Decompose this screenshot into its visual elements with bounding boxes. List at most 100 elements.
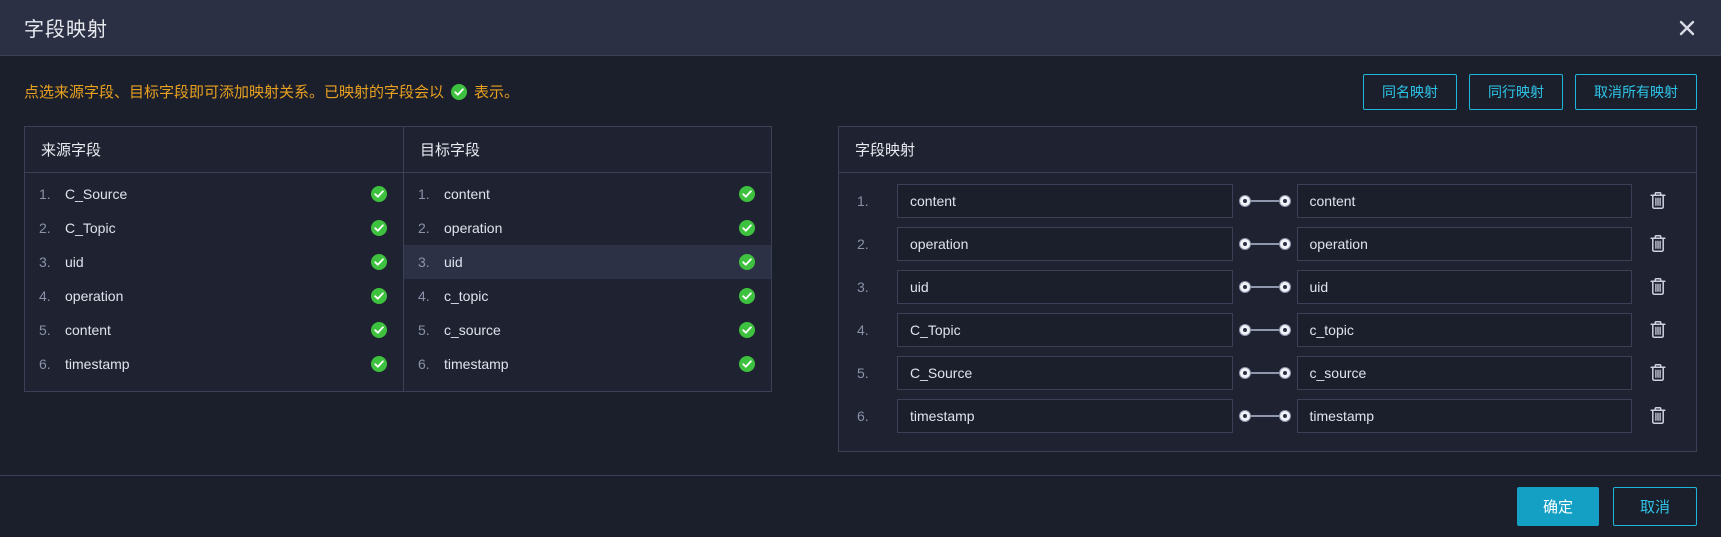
target-field-row-selected[interactable]: 3. uid (404, 245, 771, 279)
mapping-target-field[interactable]: timestamp (1296, 398, 1632, 433)
clear-all-mappings-button[interactable]: 取消所有映射 (1575, 74, 1697, 110)
check-circle-icon (739, 322, 755, 338)
source-field-label: C_Topic (65, 220, 116, 236)
same-name-mapping-button[interactable]: 同名映射 (1363, 74, 1457, 110)
link-connector-icon[interactable] (1233, 323, 1297, 337)
source-panel-header: 来源字段 (25, 127, 403, 173)
source-field-label: C_Source (65, 186, 128, 202)
mapping-row: 1. content content (839, 179, 1696, 222)
dialog-footer: 确定 取消 (0, 475, 1721, 537)
target-field-label: c_source (444, 322, 501, 338)
check-circle-icon (739, 220, 755, 236)
check-circle-icon (371, 288, 387, 304)
row-index: 2. (418, 220, 430, 236)
row-index: 3. (857, 278, 869, 295)
link-connector-icon[interactable] (1233, 237, 1297, 251)
check-circle-icon (739, 288, 755, 304)
mapping-source-field[interactable]: operation (897, 226, 1233, 261)
source-field-label: operation (65, 288, 124, 304)
mapping-target-field[interactable]: c_topic (1296, 312, 1632, 347)
target-field-row[interactable]: 1. content (404, 177, 771, 211)
confirm-button[interactable]: 确定 (1516, 487, 1599, 526)
mapping-hint: 点选来源字段、目标字段即可添加映射关系。已映射的字段会以 表示。 (24, 84, 519, 100)
target-field-row[interactable]: 5. c_source (404, 313, 771, 347)
mapping-row: 2. operation operation (839, 222, 1696, 265)
mapping-row: 3. uid uid (839, 265, 1696, 308)
mapping-source-field[interactable]: C_Source (897, 355, 1233, 390)
target-field-row[interactable]: 4. c_topic (404, 279, 771, 313)
mapping-panel-header: 字段映射 (839, 127, 1696, 173)
row-index: 3. (418, 254, 430, 270)
source-fields-list: 1. C_Source 2. C_Topic 3. uid 4. operati… (25, 173, 403, 391)
trash-icon[interactable] (1632, 363, 1684, 382)
trash-icon[interactable] (1632, 320, 1684, 339)
trash-icon[interactable] (1632, 277, 1684, 296)
mapping-target-field[interactable]: uid (1296, 269, 1632, 304)
row-index: 1. (857, 192, 869, 209)
mapping-source-field[interactable]: content (897, 183, 1233, 218)
mapping-target-field[interactable]: operation (1296, 226, 1632, 261)
target-fields-panel: 目标字段 1. content 2. operation 3. uid 4. c… (404, 126, 772, 392)
check-circle-icon (371, 254, 387, 270)
mapping-source-field[interactable]: uid (897, 269, 1233, 304)
target-field-label: timestamp (444, 356, 509, 372)
trash-icon[interactable] (1632, 191, 1684, 210)
trash-icon[interactable] (1632, 406, 1684, 425)
hint-text-after: 表示。 (474, 83, 520, 101)
cancel-button[interactable]: 取消 (1612, 487, 1697, 526)
check-circle-icon (371, 220, 387, 236)
mapping-row: 5. C_Source c_source (839, 351, 1696, 394)
source-field-row[interactable]: 2. C_Topic (25, 211, 403, 245)
row-index: 6. (39, 356, 51, 372)
mapping-toolbar: 同名映射 同行映射 取消所有映射 (1363, 74, 1697, 110)
link-connector-icon[interactable] (1233, 409, 1297, 423)
source-field-label: uid (65, 254, 84, 270)
mapping-source-field[interactable]: timestamp (897, 398, 1233, 433)
row-index: 1. (39, 186, 51, 202)
field-mapping-dialog: 字段映射 点选来源字段、目标字段即可添加映射关系。已映射的字段会以 表示。 同名… (0, 0, 1721, 537)
source-field-row[interactable]: 6. timestamp (25, 347, 403, 381)
check-circle-icon (739, 254, 755, 270)
close-icon[interactable] (1673, 14, 1701, 42)
dialog-title: 字段映射 (24, 19, 108, 41)
source-field-row[interactable]: 4. operation (25, 279, 403, 313)
mapping-target-field[interactable]: content (1296, 183, 1632, 218)
source-field-row[interactable]: 5. content (25, 313, 403, 347)
target-fields-list: 1. content 2. operation 3. uid 4. c_topi… (404, 173, 771, 391)
mapping-target-field[interactable]: c_source (1296, 355, 1632, 390)
mapping-source-field[interactable]: C_Topic (897, 312, 1233, 347)
target-panel-header: 目标字段 (404, 127, 771, 173)
target-field-label: c_topic (444, 288, 489, 304)
row-index: 5. (39, 322, 51, 338)
row-index: 2. (857, 235, 869, 252)
dialog-body: 来源字段 1. C_Source 2. C_Topic 3. uid 4. op… (0, 120, 1721, 475)
same-row-mapping-button[interactable]: 同行映射 (1469, 74, 1563, 110)
row-index: 4. (857, 321, 869, 338)
hint-toolbar-row: 点选来源字段、目标字段即可添加映射关系。已映射的字段会以 表示。 同名映射 同行… (0, 56, 1721, 120)
source-field-row[interactable]: 1. C_Source (25, 177, 403, 211)
row-index: 6. (857, 407, 869, 424)
target-field-row[interactable]: 6. timestamp (404, 347, 771, 381)
link-connector-icon[interactable] (1233, 194, 1297, 208)
mapping-row: 6. timestamp timestamp (839, 394, 1696, 437)
source-field-label: content (65, 322, 111, 338)
row-index: 4. (418, 288, 430, 304)
row-index: 6. (418, 356, 430, 372)
row-index: 5. (857, 364, 869, 381)
source-field-row[interactable]: 3. uid (25, 245, 403, 279)
mapping-row: 4. C_Topic c_topic (839, 308, 1696, 351)
row-index: 2. (39, 220, 51, 236)
row-index: 1. (418, 186, 430, 202)
link-connector-icon[interactable] (1233, 366, 1297, 380)
row-index: 5. (418, 322, 430, 338)
check-circle-icon (371, 356, 387, 372)
target-field-label: content (444, 186, 490, 202)
mapping-rows-list: 1. content content 2. operation operatio… (839, 173, 1696, 451)
link-connector-icon[interactable] (1233, 280, 1297, 294)
check-circle-icon (739, 186, 755, 202)
trash-icon[interactable] (1632, 234, 1684, 253)
check-circle-icon (371, 322, 387, 338)
check-circle-icon (451, 84, 468, 100)
target-field-row[interactable]: 2. operation (404, 211, 771, 245)
row-index: 3. (39, 254, 51, 270)
